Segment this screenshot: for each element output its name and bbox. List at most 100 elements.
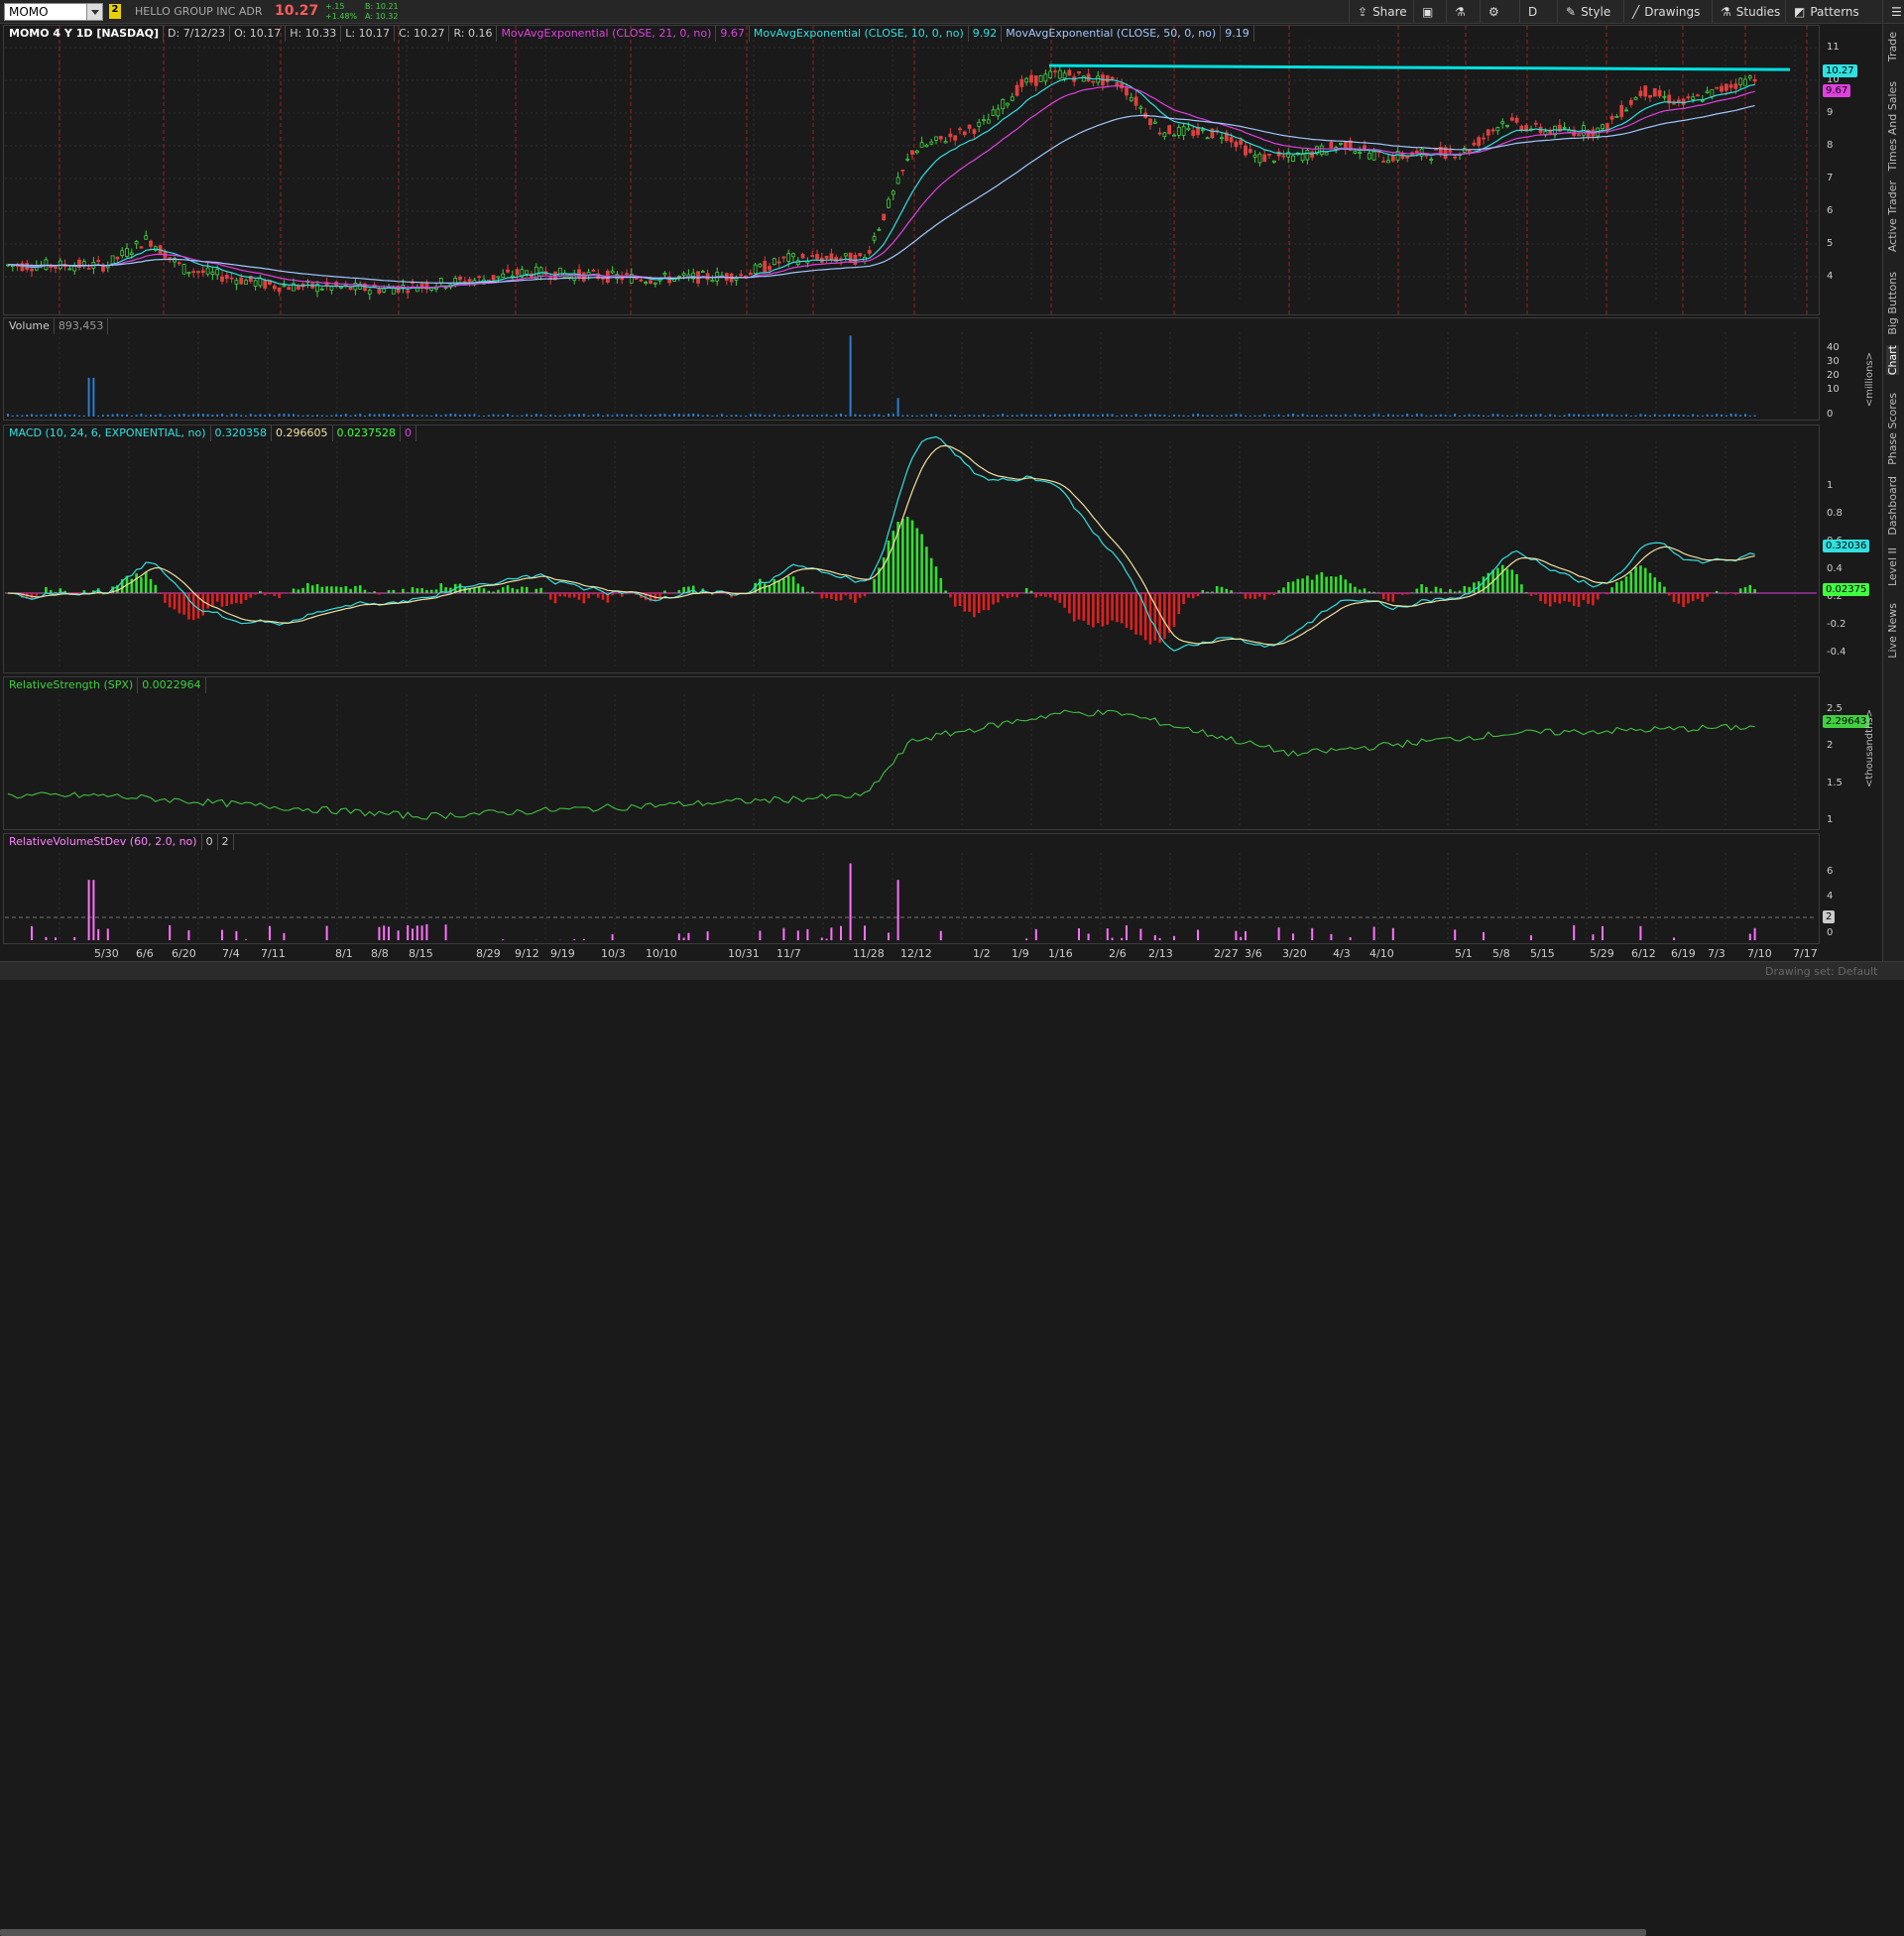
volume-bar [1054, 414, 1056, 417]
volume-bar [73, 415, 75, 417]
menu-button[interactable]: ☰ [1882, 0, 1904, 24]
volume-bar [1464, 415, 1466, 417]
macd-histogram-bar [1702, 593, 1705, 602]
volume-bar [121, 415, 123, 417]
volume-bar [78, 416, 80, 417]
candle-body [45, 260, 48, 270]
volume-bar [1397, 415, 1399, 417]
bar-range: R: 0.16 [449, 26, 497, 42]
candle-body [1510, 118, 1513, 120]
candle-body [830, 254, 833, 260]
volume-bar [192, 414, 194, 417]
macd-histogram-bar [311, 585, 314, 593]
macd-histogram-bar [1692, 593, 1695, 601]
macd-histogram-bar [1668, 593, 1671, 595]
macd-histogram-bar [1240, 592, 1243, 593]
volume-bar [1030, 415, 1032, 417]
volume-bar [1469, 415, 1471, 417]
volume-bar [1588, 415, 1590, 417]
candle-body [1126, 88, 1129, 95]
volume-bar [1059, 415, 1061, 417]
candle-body [1015, 85, 1018, 95]
macd-histogram-bar [1230, 590, 1233, 593]
bar-high: H: 10.33 [286, 26, 341, 42]
volume-bar [473, 414, 475, 417]
macd-histogram-bar [769, 585, 772, 593]
candle-body [997, 109, 1000, 116]
candle-body [383, 289, 386, 292]
volume-bar [549, 415, 551, 417]
tab-level-ii[interactable]: Level II [1886, 547, 1899, 586]
volume-bar [973, 416, 975, 417]
volume-bar [702, 416, 704, 417]
rv-bar [1392, 928, 1394, 940]
ema21-label[interactable]: MovAvgExponential (CLOSE, 21, 0, no) [497, 26, 716, 42]
macd-label[interactable]: MACD (10, 24, 6, EXPONENTIAL, no) [5, 425, 211, 441]
candle-body [888, 199, 891, 207]
rv-bar [412, 928, 414, 940]
tab-trade[interactable]: Trade [1886, 32, 1899, 61]
volume-bar [1544, 416, 1546, 417]
volume-bar [497, 415, 499, 417]
macd-histogram-bar [349, 589, 352, 593]
tab-dashboard[interactable]: Dashboard [1886, 476, 1899, 536]
macd-histogram-bar [1335, 577, 1338, 593]
macd-histogram-bar [549, 593, 552, 600]
macd-histogram-bar [407, 592, 410, 593]
rv-bar [169, 925, 171, 940]
candle-body [1625, 110, 1628, 111]
macd-histogram-bar [221, 593, 224, 607]
macd-histogram-bar [478, 587, 481, 593]
macd-histogram-bar [568, 593, 571, 598]
chart-canvas[interactable] [0, 0, 1882, 980]
ema50-label[interactable]: MovAvgExponential (CLOSE, 50, 0, no) [1002, 26, 1221, 42]
candle-body [1249, 150, 1251, 153]
macd-histogram-bar [1063, 593, 1066, 608]
volume-bar [1564, 415, 1566, 417]
macd-histogram-bar [587, 593, 590, 598]
macd-histogram-bar [397, 593, 400, 594]
volume-bar [1630, 416, 1632, 417]
macd-zero: 0 [401, 425, 416, 441]
volume-bar [1554, 415, 1556, 417]
tab-active-trader[interactable]: Active Trader [1886, 181, 1899, 252]
volume-bar [1697, 416, 1699, 417]
volume-bar [383, 414, 385, 417]
candle-body [1478, 138, 1481, 146]
date-tick-label: 12/12 [900, 947, 932, 960]
tab-times-and-sales[interactable]: Times And Sales [1886, 81, 1899, 171]
macd-histogram-bar [811, 591, 814, 593]
macd-histogram-bar [578, 593, 581, 600]
horizontal-scrollbar[interactable] [0, 1929, 1646, 1936]
candle-body [259, 279, 262, 286]
volume-bar [255, 415, 257, 417]
tab-phase-scores[interactable]: Phase Scores [1886, 393, 1899, 465]
volume-bar [435, 415, 437, 417]
candle-body [769, 266, 772, 270]
volume-bar [412, 414, 414, 417]
volume-bar [940, 416, 942, 417]
rs-label[interactable]: RelativeStrength (SPX) [5, 677, 138, 693]
tab-live-news[interactable]: Live News [1886, 603, 1899, 659]
candle-body [1387, 161, 1390, 163]
date-tick-label: 5/29 [1590, 947, 1614, 960]
rv-label[interactable]: RelativeVolumeStDev (60, 2.0, no) [5, 834, 202, 850]
volume-bar [1149, 414, 1151, 417]
macd-histogram-bar [1420, 584, 1423, 593]
macd-histogram-bar [1630, 572, 1633, 593]
candle-body [1644, 86, 1647, 96]
volume-label[interactable]: Volume [5, 318, 55, 334]
macd-histogram-bar [1059, 593, 1062, 603]
macd-histogram-bar [1464, 586, 1467, 593]
tab-big-buttons[interactable]: Big Buttons [1886, 272, 1899, 335]
tab-chart[interactable]: Chart [1886, 345, 1899, 375]
volume-bar [588, 416, 590, 417]
ema10-label[interactable]: MovAvgExponential (CLOSE, 10, 0, no) [750, 26, 969, 42]
resistance-trendline[interactable] [1049, 65, 1790, 69]
candle-body [740, 275, 743, 276]
macd-histogram-bar [1573, 593, 1576, 606]
macd-histogram-bar [459, 584, 462, 593]
rv-bar [1483, 932, 1485, 940]
macd-histogram-bar [340, 587, 343, 593]
candle-body [1011, 97, 1013, 101]
